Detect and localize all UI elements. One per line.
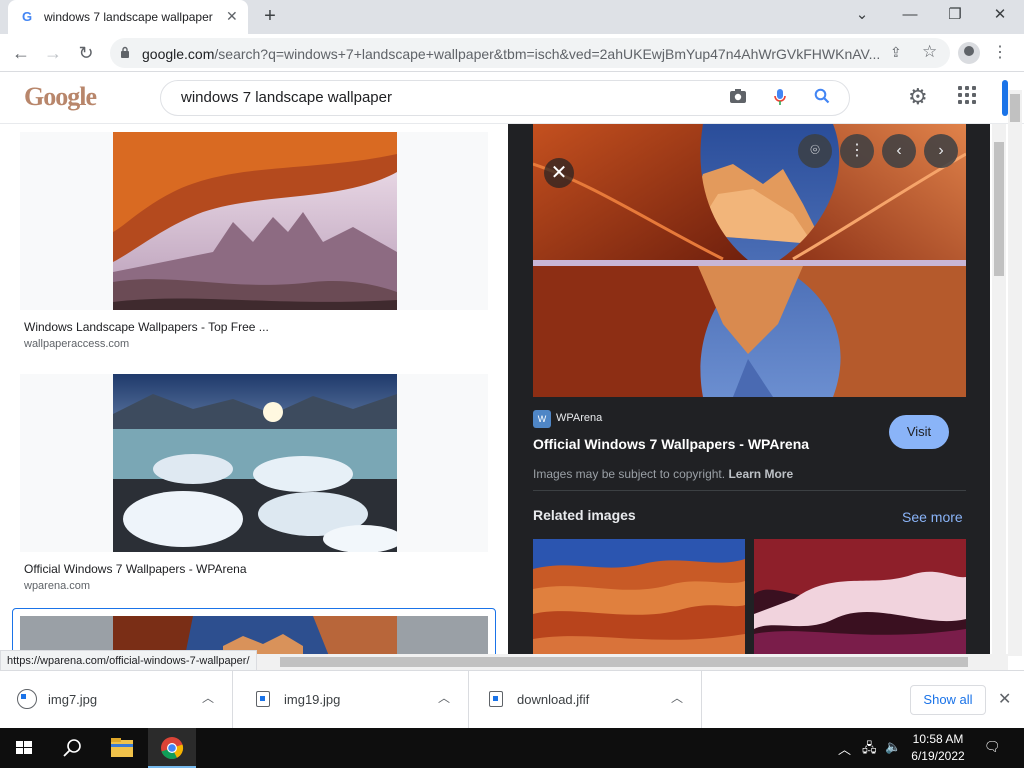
- url-text: google.com/search?q=windows+7+landscape+…: [142, 46, 882, 62]
- chevron-up-icon[interactable]: ︿: [202, 689, 214, 706]
- download-shelf: img7.jpg ︿ img19.jpg ︿ download.jfif ︿ S…: [0, 670, 1024, 729]
- page-scrollbar-thumb[interactable]: [1010, 94, 1020, 122]
- scrollbar-thumb[interactable]: [994, 142, 1004, 276]
- clock-time: 10:58 AM: [912, 732, 964, 746]
- notification-center-icon[interactable]: 🗨: [984, 739, 1001, 755]
- more-options-icon[interactable]: ⋮: [840, 134, 874, 168]
- google-doodle-logo[interactable]: Google: [24, 82, 97, 112]
- clock-date: 6/19/2022: [911, 749, 965, 763]
- tab-strip: G windows 7 landscape wallpaper ✕ + ⌄ — …: [0, 0, 1024, 34]
- network-icon[interactable]: 🖧: [862, 739, 877, 761]
- related-image-wave[interactable]: [533, 539, 745, 654]
- result-thumbnail-mesa-arch[interactable]: [113, 132, 397, 310]
- image-file-icon: [489, 691, 503, 707]
- result-source[interactable]: wallpaperaccess.com: [24, 338, 129, 350]
- horizontal-scrollbar-thumb[interactable]: [280, 657, 968, 667]
- browser-toolbar: ← → ↻ google.com/search?q=windows+7+land…: [0, 34, 1024, 72]
- chevron-up-icon[interactable]: ︿: [438, 689, 450, 706]
- result-title[interactable]: Windows Landscape Wallpapers - Top Free …: [24, 320, 269, 334]
- close-shelf-icon[interactable]: ✕: [998, 689, 1011, 709]
- related-images-heading: Related images: [533, 507, 636, 523]
- url-path: /search?q=windows+7+landscape+wallpaper&…: [214, 46, 881, 62]
- search-box[interactable]: [160, 80, 850, 116]
- result-thumbnail-glacier-lake[interactable]: [113, 374, 397, 552]
- download-filename: img7.jpg: [48, 692, 98, 707]
- result-card-selected[interactable]: [12, 608, 496, 654]
- next-image-icon[interactable]: ›: [924, 134, 958, 168]
- search-icon[interactable]: [811, 88, 833, 110]
- microphone-icon[interactable]: [769, 88, 791, 110]
- search-input[interactable]: [181, 89, 701, 106]
- status-bar-url: https://wparena.com/official-windows-7-w…: [0, 650, 257, 672]
- download-item[interactable]: img19.jpg ︿: [236, 671, 469, 729]
- new-tab-button[interactable]: +: [258, 4, 282, 28]
- image-file-icon: [256, 691, 270, 707]
- back-arrow-icon[interactable]: ←: [8, 40, 34, 66]
- download-item[interactable]: img7.jpg ︿: [0, 671, 233, 729]
- image-preview-panel: ✕ ⌾ ⋮ ‹ › W WPArena Official Windows 7 W…: [508, 124, 990, 654]
- file-explorer-icon[interactable]: [98, 728, 146, 768]
- image-file-icon: [17, 689, 37, 709]
- divider: [533, 490, 966, 491]
- camera-search-icon[interactable]: [727, 88, 749, 110]
- profile-avatar-icon[interactable]: [958, 42, 980, 64]
- chevron-up-icon[interactable]: ︿: [671, 689, 683, 706]
- browser-menu-icon[interactable]: ⋮: [992, 42, 1008, 62]
- bookmark-star-icon[interactable]: ☆: [922, 42, 937, 62]
- copyright-text: Images may be subject to copyright.: [533, 467, 726, 481]
- address-bar[interactable]: google.com/search?q=windows+7+landscape+…: [110, 38, 950, 68]
- page-scrollbar[interactable]: [1008, 90, 1022, 656]
- source-favicon-icon: W: [533, 410, 551, 428]
- related-image-antelope-canyon[interactable]: [754, 539, 966, 654]
- share-icon[interactable]: ⇪: [890, 44, 902, 61]
- tab-close-icon[interactable]: ✕: [226, 8, 238, 25]
- google-favicon-icon: G: [22, 9, 33, 24]
- lens-search-icon[interactable]: ⌾: [798, 134, 832, 168]
- preview-title[interactable]: Official Windows 7 Wallpapers - WPArena: [533, 436, 809, 452]
- close-preview-icon[interactable]: ✕: [544, 158, 574, 188]
- chrome-taskbar-icon[interactable]: [148, 728, 196, 768]
- restore-button[interactable]: ❐: [941, 4, 969, 26]
- previous-image-icon[interactable]: ‹: [882, 134, 916, 168]
- google-header: Google ⚙: [0, 72, 1024, 124]
- tab-search-button[interactable]: ⌄: [848, 4, 876, 26]
- minimize-button[interactable]: —: [896, 4, 924, 26]
- source-name[interactable]: WPArena: [556, 412, 602, 424]
- tab-title: windows 7 landscape wallpaper: [44, 10, 213, 24]
- lock-icon: [121, 46, 129, 58]
- show-hidden-icons-icon[interactable]: ︿: [838, 739, 851, 758]
- taskbar-clock[interactable]: 10:58 AM 6/19/2022: [898, 731, 978, 765]
- settings-gear-icon[interactable]: ⚙: [908, 84, 928, 110]
- result-card[interactable]: Official Windows 7 Wallpapers - WPArena …: [20, 374, 488, 594]
- result-thumbnail-frame: [20, 132, 488, 310]
- windows-taskbar: ︿ 🖧 🔈 10:58 AM 6/19/2022 🗨: [0, 728, 1024, 768]
- result-thumbnail-frame: [20, 374, 488, 552]
- result-thumbnail-frame: [20, 616, 488, 654]
- download-item[interactable]: download.jfif ︿: [469, 671, 702, 729]
- visit-button[interactable]: Visit: [889, 415, 949, 449]
- search-taskbar-icon[interactable]: [48, 728, 96, 768]
- forward-arrow-icon[interactable]: →: [40, 40, 66, 66]
- result-thumbnail-wave-canyon[interactable]: [113, 616, 397, 654]
- download-filename: download.jfif: [517, 692, 590, 707]
- show-all-downloads-button[interactable]: Show all: [910, 685, 986, 715]
- url-host: google.com: [142, 46, 215, 62]
- download-filename: img19.jpg: [284, 692, 341, 707]
- google-apps-grid-icon[interactable]: [958, 86, 978, 106]
- result-card[interactable]: Windows Landscape Wallpapers - Top Free …: [20, 132, 488, 352]
- see-more-link[interactable]: See more: [902, 509, 963, 525]
- image-results-list: Windows Landscape Wallpapers - Top Free …: [0, 124, 508, 654]
- start-windows-icon[interactable]: [0, 728, 48, 768]
- copyright-notice: Images may be subject to copyright. Lear…: [533, 467, 793, 481]
- result-source[interactable]: wparena.com: [24, 580, 90, 592]
- learn-more-link[interactable]: Learn More: [728, 467, 793, 481]
- result-title[interactable]: Official Windows 7 Wallpapers - WPArena: [24, 562, 247, 576]
- reload-icon[interactable]: ↻: [73, 40, 99, 66]
- window-close-button[interactable]: ✕: [986, 4, 1014, 26]
- browser-tab[interactable]: G windows 7 landscape wallpaper ✕: [8, 0, 248, 34]
